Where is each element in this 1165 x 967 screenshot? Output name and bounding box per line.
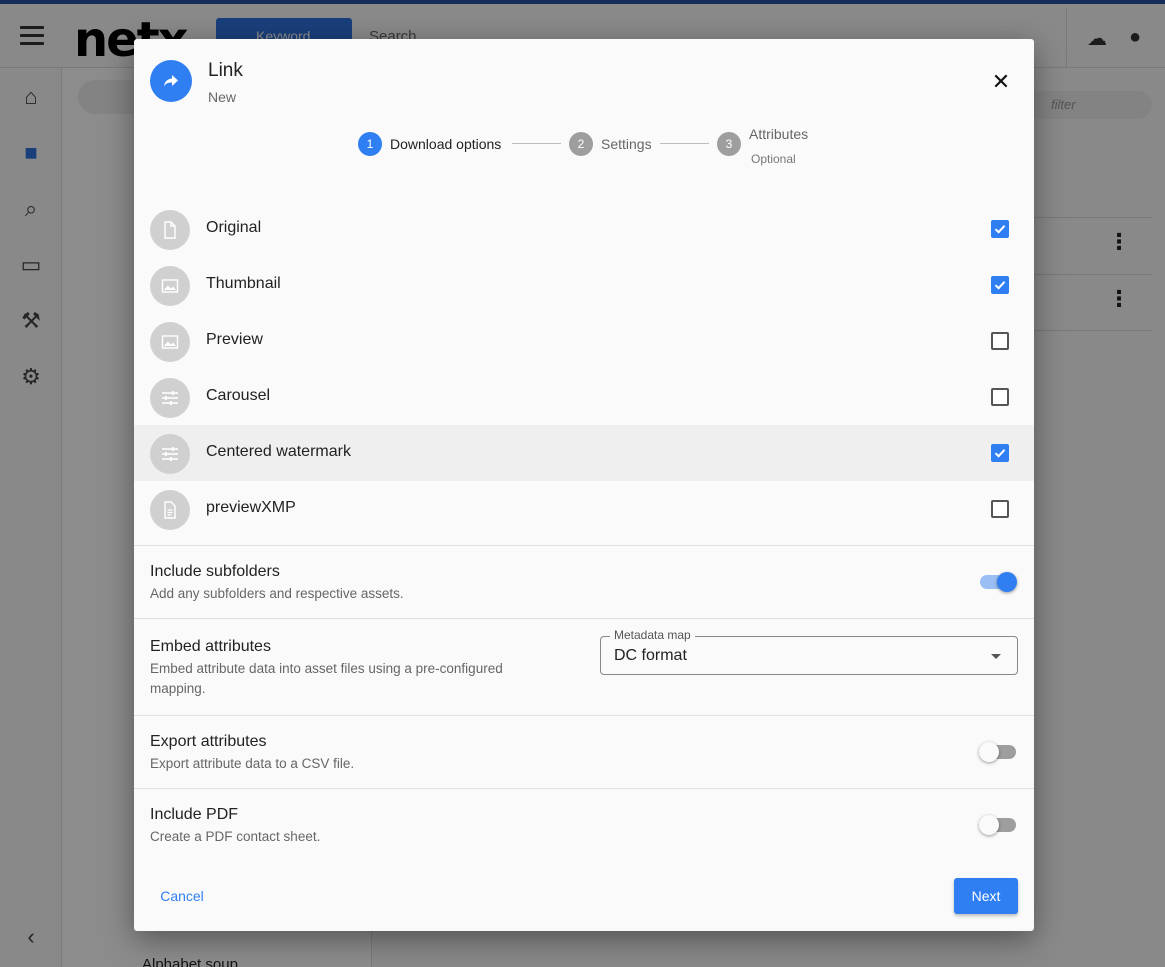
- metadata-map-label: Metadata map: [610, 628, 695, 642]
- divider: [134, 545, 1034, 546]
- image-icon: [150, 322, 190, 362]
- close-icon[interactable]: ✕: [989, 70, 1013, 94]
- toggle-knob: [979, 815, 999, 835]
- sliders-icon: [150, 434, 190, 474]
- step-number: 3: [717, 132, 741, 156]
- include-pdf-toggle[interactable]: [979, 815, 1016, 835]
- export-attributes-toggle[interactable]: [979, 742, 1016, 762]
- option-label: Original: [206, 219, 262, 236]
- embed-attributes-title: Embed attributes: [150, 638, 271, 655]
- option-centered-watermark[interactable]: Centered watermark: [134, 425, 1034, 481]
- option-label: Centered watermark: [206, 443, 351, 460]
- option-previewxmp[interactable]: previewXMP: [134, 481, 1034, 537]
- link-dialog: Link New ✕ 1 Download options 2 Settings…: [134, 39, 1034, 931]
- option-checkbox[interactable]: [991, 332, 1009, 350]
- sliders-icon: [150, 378, 190, 418]
- include-pdf-description: Create a PDF contact sheet.: [150, 829, 321, 844]
- dialog-title: Link: [208, 60, 243, 81]
- metadata-map-select[interactable]: Metadata map DC format: [600, 628, 1018, 675]
- document-icon: [150, 490, 190, 530]
- step-connector: [660, 143, 709, 144]
- next-button[interactable]: Next: [954, 878, 1018, 914]
- option-label: Carousel: [206, 387, 271, 404]
- toggle-knob: [997, 572, 1017, 592]
- option-original[interactable]: Original: [134, 201, 1034, 257]
- divider: [134, 618, 1034, 619]
- include-subfolders-title: Include subfolders: [150, 563, 280, 580]
- step-number: 1: [358, 132, 382, 156]
- dialog-subtitle: New: [208, 89, 237, 105]
- metadata-map-value: DC format: [614, 647, 687, 664]
- option-label: Preview: [206, 331, 263, 348]
- step-optional-note: Optional: [751, 152, 796, 166]
- export-attributes-title: Export attributes: [150, 733, 267, 750]
- image-icon: [150, 266, 190, 306]
- step-label: Settings: [601, 136, 652, 152]
- step-label: Attributes: [749, 126, 809, 142]
- include-subfolders-description: Add any subfolders and respective assets…: [150, 586, 404, 601]
- file-icon: [150, 210, 190, 250]
- option-carousel[interactable]: Carousel: [134, 369, 1034, 425]
- option-checkbox[interactable]: [991, 500, 1009, 518]
- toggle-knob: [979, 742, 999, 762]
- cancel-button[interactable]: Cancel: [150, 878, 214, 914]
- caret-down-icon: [991, 654, 1001, 659]
- embed-attributes-description: Embed attribute data into asset files us…: [150, 661, 503, 696]
- share-arrow-icon: [150, 60, 192, 102]
- option-label: previewXMP: [206, 499, 296, 516]
- option-thumbnail[interactable]: Thumbnail: [134, 257, 1034, 313]
- option-label: Thumbnail: [206, 275, 281, 292]
- option-preview[interactable]: Preview: [134, 313, 1034, 369]
- export-attributes-description: Export attribute data to a CSV file.: [150, 756, 355, 771]
- include-subfolders-toggle[interactable]: [980, 572, 1017, 592]
- divider: [134, 788, 1034, 789]
- step-label: Download options: [390, 136, 502, 152]
- step-connector: [512, 143, 561, 144]
- divider: [134, 715, 1034, 716]
- option-checkbox[interactable]: [991, 444, 1009, 462]
- step-number: 2: [569, 132, 593, 156]
- option-checkbox[interactable]: [991, 220, 1009, 238]
- option-checkbox[interactable]: [991, 388, 1009, 406]
- option-checkbox[interactable]: [991, 276, 1009, 294]
- include-pdf-title: Include PDF: [150, 806, 239, 823]
